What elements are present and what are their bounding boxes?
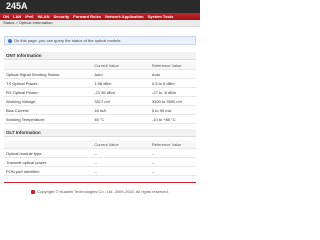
main-nav: ON LAN IPv6 WLAN Security Forward Rules …: [0, 13, 200, 20]
info-icon: [8, 39, 12, 43]
product-name: 245A: [6, 1, 28, 11]
current-value: Auto: [92, 69, 150, 79]
row-label: RX Optical Power:: [4, 87, 93, 97]
olt-section-title: OLT Information: [4, 129, 196, 137]
info-box: On this page, you can query the status o…: [4, 36, 196, 45]
row-label: Optical Signal Sending Status:: [4, 69, 93, 79]
row-label: PON port identifier:: [4, 166, 93, 176]
nav-item-lan[interactable]: LAN: [13, 13, 21, 20]
reference-value: 0 to 90 mA: [149, 105, 196, 115]
nav-item-network-application[interactable]: Network Application: [105, 13, 144, 20]
nav-item-security[interactable]: Security: [53, 13, 69, 20]
row-label: Working Voltage:: [4, 96, 93, 106]
breadcrumb: Status > Optical Information: [0, 20, 200, 27]
ont-section-title: ONT Information: [4, 52, 196, 60]
current-value: 3317 mV: [92, 96, 150, 106]
ont-table: Current Value Reference Value Optical Si…: [4, 61, 196, 124]
footer: Copyright © Huawei Technologies Co., Ltd…: [0, 187, 200, 197]
reference-value: -10 to +85 °C: [149, 114, 196, 124]
table-row: Working Temperature: 45 °C -10 to +85 °C: [4, 114, 196, 124]
huawei-logo-icon: [31, 189, 36, 194]
column-header: Current Value: [92, 140, 150, 149]
table-header-row: Current Value Reference Value: [4, 61, 196, 70]
table-row: Bias Current: 16 mA 0 to 90 mA: [4, 105, 196, 115]
reference-value: 3100 to 3500 mV: [149, 96, 196, 106]
current-value: --: [92, 157, 150, 167]
nav-item-ipv6[interactable]: IPv6: [25, 13, 33, 20]
breadcrumb-text: Status > Optical Information: [3, 20, 53, 25]
row-label: Optical module type:: [4, 148, 93, 158]
table-row: TX Optical Power: 1.98 dBm 0.5 to 5 dBm: [4, 78, 196, 88]
table-row: RX Optical Power: -21.55 dBm -27 to -8 d…: [4, 87, 196, 97]
nav-item-status[interactable]: ON: [3, 13, 9, 20]
table-row: Optical Signal Sending Status: Auto Auto: [4, 69, 196, 79]
row-label: Transmit optical power:: [4, 157, 93, 167]
column-header: [4, 140, 93, 149]
table-row: Transmit optical power: -- --: [4, 157, 196, 167]
copyright-text: Copyright © Huawei Technologies Co., Ltd…: [37, 189, 169, 194]
current-value: 16 mA: [92, 105, 150, 115]
info-text: On this page, you can query the status o…: [14, 38, 122, 43]
table-row: PON port identifier: -- --: [4, 166, 196, 176]
nav-item-forward-rules[interactable]: Forward Rules: [73, 13, 101, 20]
current-value: -21.55 dBm: [92, 87, 150, 97]
row-label: Bias Current:: [4, 105, 93, 115]
reference-value: 0.5 to 5 dBm: [149, 78, 196, 88]
top-bar: 245A: [0, 0, 200, 13]
column-header: Current Value: [92, 61, 150, 70]
table-row: Optical module type: -- --: [4, 148, 196, 158]
current-value: 1.98 dBm: [92, 78, 150, 88]
row-label: Working Temperature:: [4, 114, 93, 124]
table-row: Working Voltage: 3317 mV 3100 to 3500 mV: [4, 96, 196, 106]
reference-value: -27 to -8 dBm: [149, 87, 196, 97]
olt-table: Current Value Reference Value Optical mo…: [4, 140, 196, 176]
reference-value: --: [149, 166, 196, 176]
column-header: [4, 61, 93, 70]
reference-value: --: [149, 148, 196, 158]
row-label: TX Optical Power:: [4, 78, 93, 88]
column-header: Reference Value: [149, 140, 196, 149]
reference-value: --: [149, 157, 196, 167]
current-value: --: [92, 166, 150, 176]
current-value: 45 °C: [92, 114, 150, 124]
footer-divider: [4, 182, 196, 183]
reference-value: Auto: [149, 69, 196, 79]
column-header: Reference Value: [149, 61, 196, 70]
table-header-row: Current Value Reference Value: [4, 140, 196, 149]
nav-item-wlan[interactable]: WLAN: [37, 13, 49, 20]
nav-item-system-tools[interactable]: System Tools: [148, 13, 174, 20]
current-value: --: [92, 148, 150, 158]
